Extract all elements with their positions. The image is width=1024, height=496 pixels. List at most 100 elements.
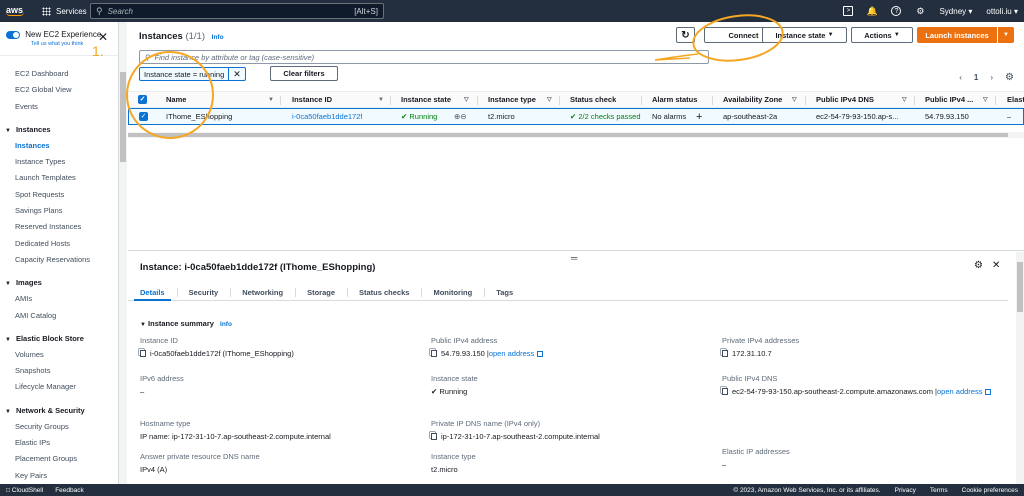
column-header-instance-type[interactable]: Instance type — [488, 95, 536, 104]
prev-page-icon[interactable]: ‹ — [959, 73, 962, 82]
tab-tags[interactable]: Tags — [484, 284, 525, 300]
sidebar-item-launch-templates[interactable]: Launch Templates — [0, 170, 118, 186]
tab-networking[interactable]: Networking — [230, 284, 295, 300]
copy-icon[interactable] — [140, 350, 146, 357]
new-experience-toggle[interactable] — [6, 30, 20, 39]
actions-button[interactable]: Actions ▼ — [851, 27, 913, 43]
copy-icon[interactable] — [722, 388, 728, 395]
column-header-public-ip[interactable]: Public IPv4 ... — [925, 95, 973, 104]
column-header-instance-id[interactable]: Instance ID — [292, 95, 332, 104]
resize-handle-icon[interactable]: ═ — [571, 253, 577, 263]
copy-icon[interactable] — [722, 350, 728, 357]
sort-icon[interactable]: ▽ — [902, 96, 907, 103]
feedback-link[interactable]: Feedback — [55, 487, 84, 494]
zoom-icons[interactable]: ⊕⊖ — [454, 112, 467, 121]
column-header-public-dns[interactable]: Public IPv4 DNS — [816, 95, 874, 104]
sidebar-item-volumes[interactable]: Volumes — [0, 347, 118, 363]
close-icon[interactable]: ✕ — [992, 260, 1000, 271]
sidebar-item-events[interactable]: Events — [0, 99, 118, 115]
column-header-instance-state[interactable]: Instance state — [401, 95, 451, 104]
sidebar-section-ebs[interactable]: ▼ Elastic Block Store — [0, 330, 118, 347]
sidebar-item-dedicated-hosts[interactable]: Dedicated Hosts — [0, 236, 118, 252]
sidebar-item-capacity-reservations[interactable]: Capacity Reservations — [0, 252, 118, 268]
settings-icon[interactable]: ⚙ — [974, 260, 983, 271]
add-alarm-icon[interactable]: + — [696, 111, 702, 123]
sort-icon[interactable]: ▼ — [378, 97, 384, 103]
region-selector[interactable]: Sydney ▾ — [939, 7, 972, 16]
table-horizontal-scrollbar[interactable] — [128, 132, 1024, 138]
info-link[interactable]: Info — [220, 321, 232, 328]
help-icon[interactable]: ? — [891, 6, 902, 16]
sidebar-item-spot-requests[interactable]: Spot Requests — [0, 187, 118, 203]
bell-icon[interactable]: 🔔 — [867, 6, 878, 16]
tab-monitoring[interactable]: Monitoring — [421, 284, 484, 300]
next-page-icon[interactable]: › — [990, 73, 993, 82]
scrollbar-thumb[interactable] — [128, 133, 1008, 137]
search-input[interactable]: ⚲ Search [Alt+S] — [90, 3, 384, 19]
sidebar-item-ec2-global-view[interactable]: EC2 Global View — [0, 82, 118, 98]
terminal-icon[interactable]: > — [843, 6, 854, 16]
tab-security[interactable]: Security — [176, 284, 231, 300]
sidebar-item-reserved-instances[interactable]: Reserved Instances — [0, 219, 118, 235]
cell-instance-id-link[interactable]: i-0ca50faeb1dde172f — [292, 112, 362, 121]
clear-filters-button[interactable]: Clear filters — [270, 66, 338, 81]
row-checkbox[interactable]: ✓ — [139, 112, 148, 121]
table-row[interactable]: ✓ IThome_EShopping i-0ca50faeb1dde172f ✔… — [128, 108, 1024, 125]
tab-status-checks[interactable]: Status checks — [347, 284, 421, 300]
sidebar-item-placement-groups[interactable]: Placement Groups — [0, 451, 118, 467]
aws-logo[interactable]: aws — [6, 6, 28, 16]
info-link[interactable]: Info — [212, 34, 224, 41]
settings-icon[interactable]: ⚙ — [1005, 72, 1014, 83]
sidebar-item-ami-catalog[interactable]: AMI Catalog — [0, 308, 118, 324]
scrollbar-thumb[interactable] — [120, 72, 126, 162]
instance-state-button[interactable]: Instance state ▼ — [762, 27, 847, 43]
column-header-status-check[interactable]: Status check — [570, 95, 616, 104]
tab-storage[interactable]: Storage — [295, 284, 347, 300]
close-icon[interactable]: ✕ — [98, 30, 108, 44]
page-number[interactable]: 1 — [974, 73, 978, 82]
external-link-icon[interactable] — [985, 389, 992, 395]
sidebar-item-security-groups[interactable]: Security Groups — [0, 419, 118, 435]
sort-icon[interactable]: ▼ — [268, 97, 274, 103]
gear-icon[interactable]: ⚙ — [915, 6, 925, 16]
sort-icon[interactable]: ▽ — [792, 96, 797, 103]
privacy-link[interactable]: Privacy — [895, 487, 916, 494]
cloudshell-link[interactable]: □ CloudShell — [6, 487, 43, 494]
sidebar-item-lifecycle-manager[interactable]: Lifecycle Manager — [0, 379, 118, 395]
launch-instances-button[interactable]: Launch instances — [917, 27, 997, 43]
copy-icon[interactable] — [431, 350, 437, 357]
sidebar-item-instance-types[interactable]: Instance Types — [0, 154, 118, 170]
remove-filter-icon[interactable]: ✕ — [229, 68, 245, 80]
sidebar-item-elastic-ips[interactable]: Elastic IPs — [0, 435, 118, 451]
open-address-link[interactable]: open address — [937, 387, 982, 396]
copy-icon[interactable] — [431, 433, 437, 440]
sidebar-item-ec2-dashboard[interactable]: EC2 Dashboard — [0, 66, 118, 82]
select-all-checkbox[interactable]: ✓ — [138, 95, 147, 104]
open-address-link[interactable]: open address — [489, 349, 534, 358]
instance-summary-header[interactable]: ▼ Instance summary Info — [140, 319, 232, 328]
sidebar-section-instances[interactable]: ▼ Instances — [0, 121, 118, 138]
column-header-alarm-status[interactable]: Alarm status — [652, 95, 697, 104]
sidebar-section-images[interactable]: ▼ Images — [0, 274, 118, 291]
services-menu[interactable]: Services — [42, 6, 87, 16]
detail-scrollbar[interactable] — [1016, 252, 1024, 484]
external-link-icon[interactable] — [537, 351, 544, 357]
launch-dropdown-button[interactable]: ▼ — [998, 27, 1014, 43]
sort-icon[interactable]: ▽ — [464, 96, 469, 103]
scrollbar-thumb[interactable] — [1017, 262, 1023, 312]
sidebar-item-instances[interactable]: Instances — [0, 138, 118, 154]
sidebar-item-snapshots[interactable]: Snapshots — [0, 363, 118, 379]
sort-icon[interactable]: ▽ — [983, 96, 988, 103]
sidebar-item-savings-plans[interactable]: Savings Plans — [0, 203, 118, 219]
sidebar-item-key-pairs[interactable]: Key Pairs — [0, 468, 118, 484]
terms-link[interactable]: Terms — [930, 487, 948, 494]
filter-input[interactable]: ⚲ Find instance by attribute or tag (cas… — [139, 50, 709, 64]
column-header-name[interactable]: Name — [166, 95, 186, 104]
refresh-button[interactable]: ↻ — [676, 27, 695, 43]
sidebar-item-amis[interactable]: AMIs — [0, 291, 118, 307]
sort-icon[interactable]: ▽ — [547, 96, 552, 103]
sidebar-scrollbar[interactable] — [119, 22, 127, 484]
column-header-elastic-ip[interactable]: Elast — [1007, 95, 1024, 104]
tab-details[interactable]: Details — [128, 284, 177, 301]
column-header-availability-zone[interactable]: Availability Zone — [723, 95, 782, 104]
